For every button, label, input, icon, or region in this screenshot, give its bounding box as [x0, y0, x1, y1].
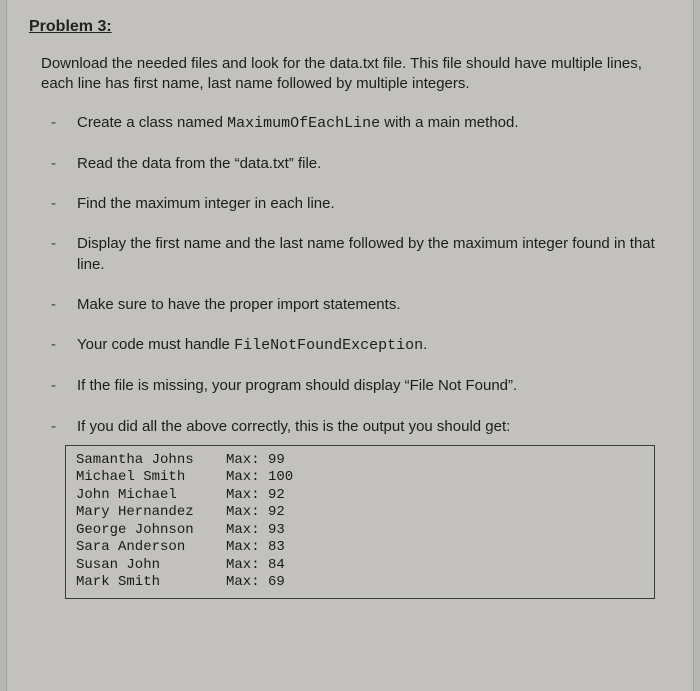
- bullet-text: If the file is missing, your program sho…: [77, 376, 517, 396]
- text-part: Create a class named: [77, 114, 227, 131]
- bullet-item: - If the file is missing, your program s…: [51, 376, 669, 396]
- bullet-dash: -: [51, 417, 77, 437]
- expected-output-box: Samantha Johns Max: 99 Michael Smith Max…: [65, 445, 655, 599]
- intro-paragraph: Download the needed files and look for t…: [41, 54, 665, 95]
- code-inline: MaximumOfEachLine: [227, 115, 380, 132]
- bullet-dash: -: [51, 194, 77, 214]
- output-row: Susan John Max: 84: [76, 557, 644, 575]
- bullet-item: - Find the maximum integer in each line.: [51, 194, 669, 214]
- bullet-item: - Read the data from the “data.txt” file…: [51, 154, 669, 174]
- bullet-item: - If you did all the above correctly, th…: [51, 417, 669, 437]
- output-row: Mary Hernandez Max: 92: [76, 504, 644, 522]
- output-name: Mary Hernandez: [76, 504, 226, 522]
- bullet-text: If you did all the above correctly, this…: [77, 417, 510, 437]
- output-max: Max: 92: [226, 504, 285, 522]
- bullet-item: - Create a class named MaximumOfEachLine…: [51, 113, 669, 134]
- output-max: Max: 92: [226, 487, 285, 505]
- bullet-text: Display the first name and the last name…: [77, 234, 669, 275]
- bullet-item: - Your code must handle FileNotFoundExce…: [51, 335, 669, 356]
- output-name: Sara Anderson: [76, 539, 226, 557]
- bullet-text: Your code must handle FileNotFoundExcept…: [77, 335, 427, 356]
- output-max: Max: 99: [226, 452, 285, 470]
- output-max: Max: 83: [226, 539, 285, 557]
- text-part: .: [423, 336, 427, 353]
- problem-title: Problem 3:: [29, 18, 669, 36]
- bullet-item: - Make sure to have the proper import st…: [51, 295, 669, 315]
- bullet-dash: -: [51, 376, 77, 396]
- output-max: Max: 69: [226, 574, 285, 592]
- output-row: John Michael Max: 92: [76, 487, 644, 505]
- bullet-dash: -: [51, 113, 77, 133]
- bullet-item: - Display the first name and the last na…: [51, 234, 669, 275]
- bullet-text: Read the data from the “data.txt” file.: [77, 154, 321, 174]
- text-part: with a main method.: [380, 114, 518, 131]
- output-name: John Michael: [76, 487, 226, 505]
- output-row: Mark Smith Max: 69: [76, 574, 644, 592]
- bullet-dash: -: [51, 295, 77, 315]
- bullet-list: - Create a class named MaximumOfEachLine…: [51, 113, 669, 437]
- output-row: Sara Anderson Max: 83: [76, 539, 644, 557]
- output-row: Samantha Johns Max: 99: [76, 452, 644, 470]
- output-name: Susan John: [76, 557, 226, 575]
- output-max: Max: 100: [226, 469, 293, 487]
- bullet-dash: -: [51, 154, 77, 174]
- page: Problem 3: Download the needed files and…: [6, 0, 694, 691]
- bullet-text: Create a class named MaximumOfEachLine w…: [77, 113, 519, 134]
- output-row: George Johnson Max: 93: [76, 522, 644, 540]
- bullet-text: Make sure to have the proper import stat…: [77, 295, 401, 315]
- bullet-dash: -: [51, 234, 77, 254]
- text-part: Your code must handle: [77, 336, 234, 353]
- bullet-dash: -: [51, 335, 77, 355]
- output-max: Max: 84: [226, 557, 285, 575]
- output-name: George Johnson: [76, 522, 226, 540]
- code-inline: FileNotFoundException: [234, 337, 423, 354]
- output-max: Max: 93: [226, 522, 285, 540]
- output-name: Michael Smith: [76, 469, 226, 487]
- bullet-text: Find the maximum integer in each line.: [77, 194, 335, 214]
- output-row: Michael Smith Max: 100: [76, 469, 644, 487]
- output-name: Mark Smith: [76, 574, 226, 592]
- output-name: Samantha Johns: [76, 452, 226, 470]
